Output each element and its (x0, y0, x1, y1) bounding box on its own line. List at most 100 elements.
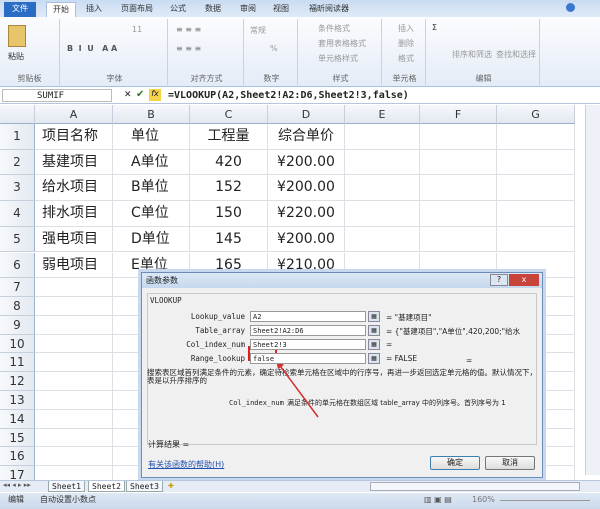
collapse-dialog-icon[interactable]: ▦ (368, 353, 380, 364)
cell-E2[interactable] (345, 149, 420, 176)
cell-A3[interactable]: 给水项目 (35, 175, 113, 202)
cell-C5[interactable]: 145 (190, 226, 268, 253)
find-select-button[interactable]: 查找和选择 (496, 49, 536, 60)
zoom-level[interactable]: 160% (472, 493, 495, 507)
cell-F3[interactable] (420, 175, 497, 202)
row-header-8[interactable]: 8 (0, 297, 35, 316)
tab-7[interactable]: 视图 (267, 2, 295, 17)
cell-A7[interactable] (35, 278, 113, 297)
tab-6[interactable]: 审阅 (234, 2, 262, 17)
cell-B3[interactable]: B单位 (113, 175, 190, 202)
paste-button[interactable]: 粘贴 (8, 51, 24, 62)
delete-button[interactable]: 删除 (398, 38, 414, 49)
arg-input-table_array[interactable]: Sheet2!A2:D6 (250, 325, 366, 336)
cell-C3[interactable]: 152 (190, 175, 268, 202)
row-header-4[interactable]: 4 (0, 201, 35, 227)
cell-A15[interactable] (35, 428, 113, 448)
cell-F5[interactable] (420, 226, 497, 253)
tab-8[interactable]: 福昕阅读器 (303, 2, 355, 17)
formula-input[interactable]: =VLOOKUP(A2,Sheet2!A2:D6,Sheet2!3,false) (168, 89, 409, 102)
column-header-F[interactable]: F (420, 105, 497, 124)
cell-A5[interactable]: 强电项目 (35, 226, 113, 253)
sheet-tab-Sheet1[interactable]: Sheet1 (48, 481, 85, 492)
row-header-2[interactable]: 2 (0, 149, 35, 176)
font-size-select[interactable]: 11 (132, 25, 142, 34)
row-header-12[interactable]: 12 (0, 372, 35, 391)
tab-2[interactable]: 插入 (80, 2, 108, 17)
arg-input-range_lookup[interactable]: false (250, 353, 366, 364)
column-header-A[interactable]: A (35, 105, 113, 124)
cell-G4[interactable] (497, 201, 575, 227)
cell-D5[interactable]: ¥200.00 (268, 226, 345, 253)
arg-input-lookup_value[interactable]: A2 (250, 311, 366, 322)
cell-D4[interactable]: ¥220.00 (268, 201, 345, 227)
name-box[interactable]: SUMIF (2, 89, 112, 102)
row-header-1[interactable]: 1 (0, 124, 35, 150)
column-header-G[interactable]: G (497, 105, 575, 124)
column-header-D[interactable]: D (268, 105, 345, 124)
horizontal-scrollbar[interactable] (370, 482, 580, 491)
cell-D1[interactable]: 综合单价 (268, 124, 345, 150)
sheet-tab-Sheet3[interactable]: Sheet3 (126, 481, 163, 492)
tab-5[interactable]: 数据 (199, 2, 227, 17)
insert-function-icon[interactable]: fx (149, 89, 161, 101)
cell-F2[interactable] (420, 149, 497, 176)
cell-F4[interactable] (420, 201, 497, 227)
cell-G3[interactable] (497, 175, 575, 202)
cell-B5[interactable]: D单位 (113, 226, 190, 253)
cell-A6[interactable]: 弱电项目 (35, 252, 113, 279)
row-header-13[interactable]: 13 (0, 391, 35, 410)
view-buttons[interactable]: ▥ ▣ ▤ (424, 493, 452, 507)
sort-filter-button[interactable]: 排序和筛选 (452, 49, 492, 60)
row-header-11[interactable]: 11 (0, 353, 35, 373)
collapse-dialog-icon[interactable]: ▦ (368, 339, 380, 350)
cell-D3[interactable]: ¥200.00 (268, 175, 345, 202)
tab-1[interactable]: 开始 (46, 2, 76, 17)
cancel-icon[interactable]: ✕ (124, 90, 132, 100)
cell-E5[interactable] (345, 226, 420, 253)
help-button[interactable]: ? (490, 274, 508, 286)
tab-4[interactable]: 公式 (164, 2, 192, 17)
cell-A2[interactable]: 基建项目 (35, 149, 113, 176)
cancel-button[interactable]: 取消 (485, 456, 535, 470)
row-header-15[interactable]: 15 (0, 428, 35, 448)
table-format-button[interactable]: 套用表格格式 (318, 38, 366, 49)
row-header-6[interactable]: 6 (0, 252, 35, 279)
cell-B4[interactable]: C单位 (113, 201, 190, 227)
row-header-16[interactable]: 16 (0, 447, 35, 467)
row-header-9[interactable]: 9 (0, 315, 35, 335)
column-header-E[interactable]: E (345, 105, 420, 124)
tab-3[interactable]: 页面布局 (115, 2, 159, 17)
collapse-dialog-icon[interactable]: ▦ (368, 311, 380, 322)
close-button[interactable]: x (509, 274, 539, 286)
cell-B1[interactable]: 单位 (113, 124, 190, 150)
column-header-B[interactable]: B (113, 105, 190, 124)
cell-A11[interactable] (35, 353, 113, 373)
cell-E3[interactable] (345, 175, 420, 202)
cell-F1[interactable] (420, 124, 497, 150)
conditional-format-button[interactable]: 条件格式 (318, 23, 350, 34)
cell-G1[interactable] (497, 124, 575, 150)
cell-E4[interactable] (345, 201, 420, 227)
sheet-nav-arrows[interactable]: ◂◂ ◂ ▸ ▸▸ (3, 481, 31, 489)
collapse-dialog-icon[interactable]: ▦ (368, 325, 380, 336)
help-icon[interactable] (566, 3, 575, 12)
cell-A1[interactable]: 项目名称 (35, 124, 113, 150)
cell-A14[interactable] (35, 409, 113, 429)
help-link[interactable]: 有关该函数的帮助(H) (148, 459, 224, 470)
sum-icon[interactable]: Σ (432, 23, 437, 32)
cell-A12[interactable] (35, 372, 113, 391)
select-all-corner[interactable] (0, 105, 35, 124)
row-header-10[interactable]: 10 (0, 334, 35, 354)
row-header-3[interactable]: 3 (0, 175, 35, 202)
cell-A9[interactable] (35, 315, 113, 335)
cell-E1[interactable] (345, 124, 420, 150)
row-header-14[interactable]: 14 (0, 409, 35, 429)
number-format-select[interactable]: 常规 (250, 25, 266, 36)
cell-A4[interactable]: 排水项目 (35, 201, 113, 227)
vertical-scrollbar[interactable] (585, 105, 600, 475)
cell-A10[interactable] (35, 334, 113, 354)
cell-G2[interactable] (497, 149, 575, 176)
column-header-C[interactable]: C (190, 105, 268, 124)
cell-A16[interactable] (35, 447, 113, 467)
